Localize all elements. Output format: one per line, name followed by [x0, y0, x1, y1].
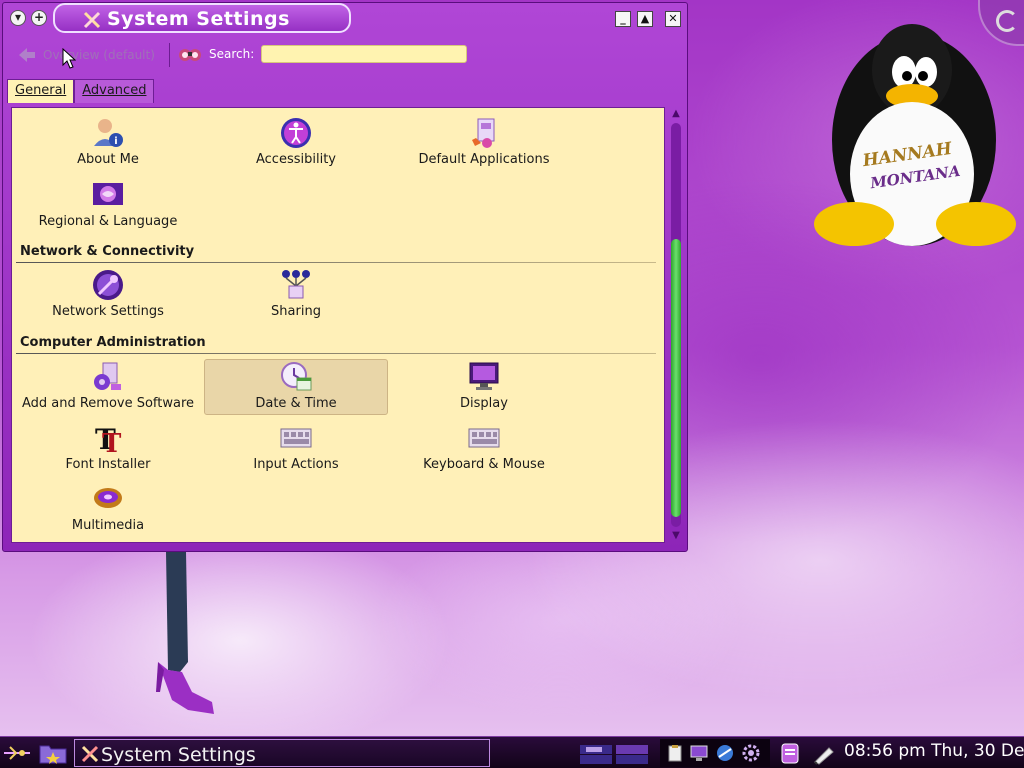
toolbar: Overview (default) Search: — [3, 35, 689, 75]
taskbar: System Settings 08:56 pm Thu, 30 Dec — [0, 736, 1024, 768]
pen-icon[interactable] — [812, 743, 836, 765]
monitor-icon[interactable] — [690, 744, 708, 762]
input-actions-icon — [280, 428, 312, 448]
item-multimedia[interactable]: Multimedia — [16, 482, 200, 538]
scroll-down-arrow-icon[interactable]: ▼ — [667, 529, 685, 543]
clock-readout[interactable]: 08:56 pm Thu, 30 Dec — [844, 741, 1024, 761]
minimize-button[interactable]: _ — [615, 11, 631, 27]
add-remove-software-icon — [94, 362, 121, 390]
item-font-installer[interactable]: T T Font Installer — [16, 421, 200, 477]
accessibility-icon — [281, 118, 311, 148]
search-icon — [179, 49, 201, 61]
overview-back-button[interactable]: Overview (default) — [17, 45, 155, 65]
sharing-icon — [282, 270, 310, 299]
item-label: Date & Time — [255, 396, 337, 411]
home-folder-icon[interactable] — [38, 741, 68, 765]
desktop-leg-figure — [156, 552, 214, 714]
tux-penguin-mascot: HANNAH MONTANA — [814, 24, 1016, 246]
taskbar-task-system-settings[interactable]: System Settings — [74, 739, 490, 767]
scroll-up-arrow-icon[interactable]: ▲ — [667, 107, 685, 121]
window-menu-button[interactable]: ▾ — [10, 10, 26, 26]
font-installer-icon: T T — [95, 423, 122, 455]
item-input-actions[interactable]: Input Actions — [204, 421, 388, 477]
search-input[interactable] — [261, 45, 467, 63]
regional-language-icon — [93, 183, 123, 205]
mouse-pointer-icon — [62, 48, 76, 69]
window-title: System Settings — [107, 8, 290, 30]
tab-advanced[interactable]: Advanced — [74, 79, 155, 103]
item-keyboard-mouse[interactable]: Keyboard & Mouse — [392, 421, 576, 477]
window-titlebar[interactable]: ▾ + System Settings _ ▲ ✕ — [3, 3, 689, 33]
item-accessibility[interactable]: Accessibility — [204, 116, 388, 172]
browser-globe-icon[interactable] — [716, 744, 734, 762]
section-divider — [16, 262, 656, 263]
close-button[interactable]: ✕ — [665, 11, 681, 27]
section-divider — [16, 353, 656, 354]
item-label: Accessibility — [256, 152, 336, 167]
user-info-icon: i — [94, 119, 123, 147]
item-network-settings[interactable]: Network Settings — [16, 268, 200, 324]
desktop-pager[interactable] — [578, 743, 652, 765]
settings-panel: i About Me Accessibility Default Applica… — [11, 107, 665, 543]
section-title-network: Network & Connectivity — [20, 244, 195, 259]
item-label: Multimedia — [71, 518, 145, 533]
item-date-time[interactable]: Date & Time — [204, 359, 388, 415]
maximize-button[interactable]: ▲ — [637, 11, 653, 27]
overview-back-label: Overview (default) — [43, 48, 155, 62]
item-add-remove-software[interactable]: Add and Remove Software — [16, 360, 200, 416]
item-about-me[interactable]: i About Me — [16, 116, 200, 172]
item-label: Add and Remove Software — [21, 396, 195, 411]
system-tray — [660, 739, 770, 767]
network-settings-icon — [93, 270, 123, 300]
default-applications-icon — [472, 118, 495, 148]
item-label: Regional & Language — [38, 214, 178, 229]
item-sharing[interactable]: Sharing — [204, 268, 388, 324]
item-label: Display — [460, 396, 508, 411]
multimedia-speaker-icon — [94, 488, 122, 508]
item-default-applications[interactable]: Default Applications — [392, 116, 576, 172]
item-label: Input Actions — [253, 457, 339, 472]
item-display[interactable]: Display — [392, 360, 576, 416]
settings-gear-icon[interactable] — [742, 744, 760, 762]
search-label: Search: — [209, 47, 255, 61]
item-label: Network Settings — [52, 304, 164, 319]
display-monitor-icon — [469, 362, 499, 390]
item-label: Font Installer — [65, 457, 151, 472]
item-label: About Me — [77, 152, 139, 167]
task-label: System Settings — [101, 744, 256, 766]
item-label: Sharing — [271, 304, 321, 319]
tab-general[interactable]: General — [7, 79, 75, 103]
title-pill: System Settings — [53, 3, 351, 33]
svg-text:i: i — [114, 136, 117, 147]
keyboard-mouse-icon — [468, 428, 500, 448]
clipboard-icon[interactable] — [666, 744, 684, 762]
tools-icon — [83, 11, 101, 29]
sticky-button[interactable]: + — [31, 10, 47, 26]
application-menu-icon[interactable] — [2, 743, 32, 763]
clock-icon — [281, 362, 312, 391]
item-label: Keyboard & Mouse — [423, 457, 545, 472]
item-regional-language[interactable]: Regional & Language — [16, 178, 200, 234]
scroll-thumb[interactable] — [671, 239, 681, 517]
svg-text:T: T — [102, 429, 122, 455]
tools-icon — [81, 745, 99, 763]
vertical-scrollbar[interactable]: ▲ ▼ — [667, 107, 685, 543]
section-title-computer-administration: Computer Administration — [20, 335, 206, 350]
system-settings-window: ▾ + System Settings _ ▲ ✕ Overview (defa… — [2, 2, 688, 552]
back-arrow-icon — [19, 48, 35, 62]
toolbar-separator — [169, 43, 170, 67]
tab-bar: General Advanced — [7, 79, 155, 103]
notes-icon[interactable] — [778, 741, 802, 765]
item-label: Default Applications — [418, 152, 550, 167]
